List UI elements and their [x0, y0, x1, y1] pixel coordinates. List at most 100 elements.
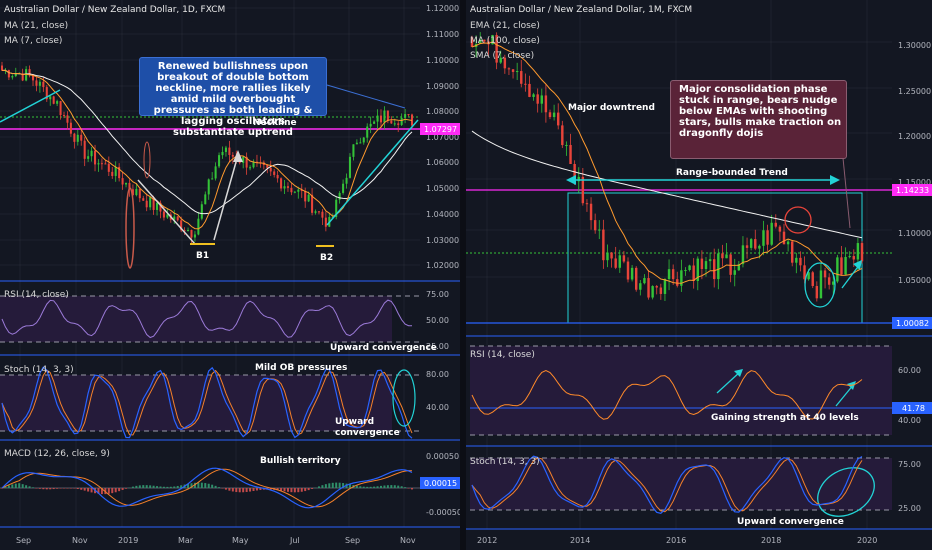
panel-separator: [460, 0, 466, 550]
right-candle-body: [704, 261, 708, 270]
right-candle-body: [540, 95, 544, 104]
left-rsi-tick: 50.00: [426, 316, 449, 325]
left-macd-bar: [331, 482, 334, 488]
left-candle-body: [11, 76, 14, 78]
left-macd-bar: [400, 486, 403, 488]
left-macd-bar: [80, 488, 83, 490]
right-candle-body: [712, 259, 716, 280]
left-candle-body: [293, 191, 296, 193]
left-stoch-note-convergence: convergence: [335, 428, 400, 438]
left-macd-bar: [321, 485, 324, 488]
left-macd-bar: [49, 488, 52, 490]
left-macd-bar: [404, 487, 407, 488]
left-candle-body: [187, 229, 190, 232]
left-candle-body: [176, 216, 179, 221]
left-candle-body: [376, 115, 379, 122]
left-candle-body: [197, 218, 200, 235]
left-macd-bar: [162, 486, 165, 488]
left-candle-body: [362, 137, 365, 143]
left-macd-bar: [379, 485, 382, 488]
left-macd-bar: [169, 486, 172, 488]
right-candle-body: [721, 253, 724, 259]
left-candle-body: [90, 150, 93, 157]
right-candle-body: [548, 112, 552, 118]
right-callout: Major consolidation phase stuck in range…: [670, 80, 847, 159]
left-macd-bar: [369, 486, 372, 488]
right-candle-body: [749, 239, 753, 248]
right-time-tick: 2018: [761, 536, 781, 545]
right-rsi-tick: 40.00: [898, 416, 921, 425]
right-candle-body: [844, 256, 847, 275]
left-candle-body: [73, 133, 76, 142]
left-macd-bar: [38, 488, 41, 489]
left-macd-bar: [45, 488, 48, 490]
left-macd-bar: [224, 488, 227, 490]
left-macd-bar: [156, 486, 159, 488]
left-macd-bar: [355, 485, 358, 488]
right-candle-body: [729, 254, 732, 275]
left-candle-body: [7, 70, 10, 78]
left-candle-body: [211, 178, 214, 180]
left-macd-bar: [7, 485, 10, 488]
left-macd-bar: [59, 488, 62, 489]
left-candle-body: [224, 147, 227, 152]
left-candle-body: [369, 123, 372, 127]
left-macd-bar: [128, 487, 131, 489]
right-time-tick: 2014: [570, 536, 590, 545]
left-macd-bar: [407, 488, 410, 489]
left-candle-body: [66, 115, 69, 123]
left-macd-bar: [293, 488, 296, 493]
right-candle-body: [565, 144, 568, 146]
right-candle-body: [528, 83, 531, 97]
right-candle-body: [581, 176, 585, 204]
right-candle-body: [643, 278, 646, 284]
left-price-tick: 1.09000: [426, 82, 459, 91]
right-candle-body: [815, 285, 819, 299]
right-candle-body: [725, 254, 728, 259]
right-candle-body: [823, 270, 827, 278]
left-candle-body: [62, 115, 66, 117]
right-candle-body: [532, 94, 535, 97]
right-candle-body: [766, 230, 769, 245]
left-b2-label: B2: [320, 253, 333, 263]
left-candle-body: [400, 117, 403, 125]
left-macd-bar: [376, 486, 379, 488]
left-macd-tag: 0.00015: [424, 479, 457, 488]
right-candle-body: [795, 257, 798, 263]
left-candle-body: [355, 142, 358, 145]
left-price-tick: 1.06000: [426, 158, 459, 167]
right-candle-body: [614, 258, 617, 268]
left-macd-bar: [90, 488, 93, 493]
right-candle-body: [606, 252, 609, 261]
left-macd-bar: [173, 486, 176, 488]
left-candle-body: [125, 182, 128, 185]
right-candle-body: [762, 230, 765, 246]
right-candle-body: [754, 239, 757, 249]
left-candle-body: [190, 229, 193, 238]
left-macd-bar: [249, 488, 252, 492]
right-price-tag-top: 1.14233: [896, 186, 929, 195]
left-macd-title: MACD (12, 26, close, 9): [4, 449, 110, 459]
left-macd-bar: [111, 488, 114, 494]
right-candle-body: [536, 94, 539, 104]
left-macd-bar: [69, 488, 72, 489]
right-candle-body: [758, 245, 761, 249]
right-candle-body: [659, 287, 663, 294]
right-price-tick: 1.05000: [898, 276, 931, 285]
left-macd-bar: [328, 483, 331, 488]
left-macd-bar: [324, 484, 327, 488]
left-macd-bar: [66, 488, 69, 489]
left-macd-tick: 0.00050: [426, 452, 459, 461]
left-rsi-note: Upward convergence: [330, 343, 437, 353]
right-candle-body: [593, 220, 597, 231]
left-candle-body: [231, 154, 234, 157]
right-candle-body: [811, 272, 814, 286]
left-macd-bar: [200, 482, 203, 488]
left-macd-bar: [238, 488, 241, 493]
left-macd-bar: [125, 488, 128, 489]
left-candle-body: [38, 81, 41, 86]
right-candle-body: [618, 255, 622, 268]
right-candle-body: [647, 278, 650, 298]
left-candle-body: [104, 163, 107, 165]
right-candle-body: [626, 261, 630, 280]
